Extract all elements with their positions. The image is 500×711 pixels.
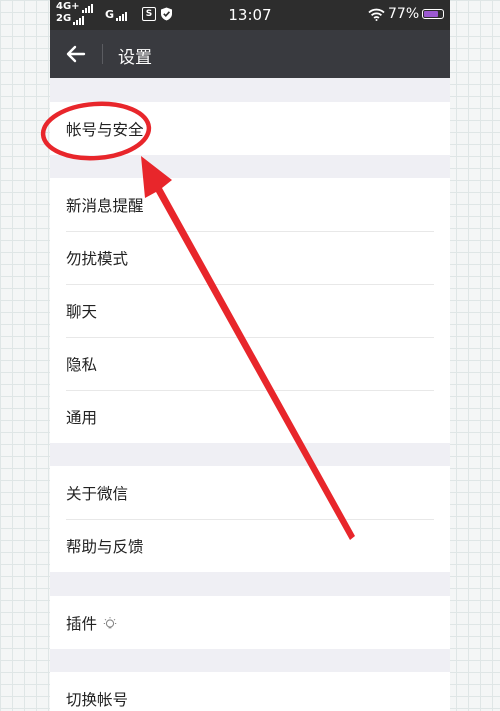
settings-item-general[interactable]: 通用 — [50, 390, 450, 443]
settings-item-label: 新消息提醒 — [66, 196, 144, 215]
lightbulb-icon — [103, 616, 117, 630]
settings-group-switch: 切换帐号 — [50, 672, 450, 711]
title-divider — [102, 44, 103, 64]
battery-fill — [424, 11, 438, 17]
wifi-icon — [368, 8, 385, 21]
settings-group-account: 帐号与安全 — [50, 102, 450, 155]
settings-item-label: 勿扰模式 — [66, 249, 129, 268]
settings-item-label: 关于微信 — [66, 484, 129, 503]
settings-item-label: 插件 — [66, 614, 98, 633]
title-bar: 设置 — [50, 30, 450, 78]
settings-item-do-not-disturb[interactable]: 勿扰模式 — [50, 231, 450, 284]
battery-icon — [422, 9, 444, 19]
settings-group-about: 关于微信 帮助与反馈 — [50, 466, 450, 572]
settings-item-privacy[interactable]: 隐私 — [50, 337, 450, 390]
settings-item-plugins[interactable]: 插件 — [50, 596, 450, 649]
arrow-left-icon[interactable] — [64, 42, 88, 66]
settings-item-label: 切换帐号 — [66, 690, 129, 709]
settings-item-label: 通用 — [66, 408, 98, 427]
settings-group-plugins: 插件 — [50, 596, 450, 649]
settings-item-label: 聊天 — [66, 302, 98, 321]
settings-group-general: 新消息提醒 勿扰模式 聊天 隐私 通用 — [50, 178, 450, 443]
page-title: 设置 — [118, 48, 152, 68]
status-bar: 4G+ 2G G S 13:07 77% — [50, 0, 450, 30]
settings-item-label: 隐私 — [66, 355, 98, 374]
settings-item-label: 帐号与安全 — [66, 120, 144, 139]
settings-item-label: 帮助与反馈 — [66, 537, 144, 556]
settings-item-help-feedback[interactable]: 帮助与反馈 — [50, 519, 450, 572]
settings-item-about-wechat[interactable]: 关于微信 — [50, 466, 450, 519]
settings-item-new-message-alerts[interactable]: 新消息提醒 — [50, 178, 450, 231]
battery-percent: 77% — [388, 6, 420, 22]
settings-item-account-security[interactable]: 帐号与安全 — [50, 102, 450, 155]
phone-screen: 4G+ 2G G S 13:07 77% 设置 帐号与安全 新消息提醒 勿扰模式… — [50, 0, 450, 711]
settings-item-chats[interactable]: 聊天 — [50, 284, 450, 337]
settings-item-switch-account[interactable]: 切换帐号 — [50, 672, 450, 711]
